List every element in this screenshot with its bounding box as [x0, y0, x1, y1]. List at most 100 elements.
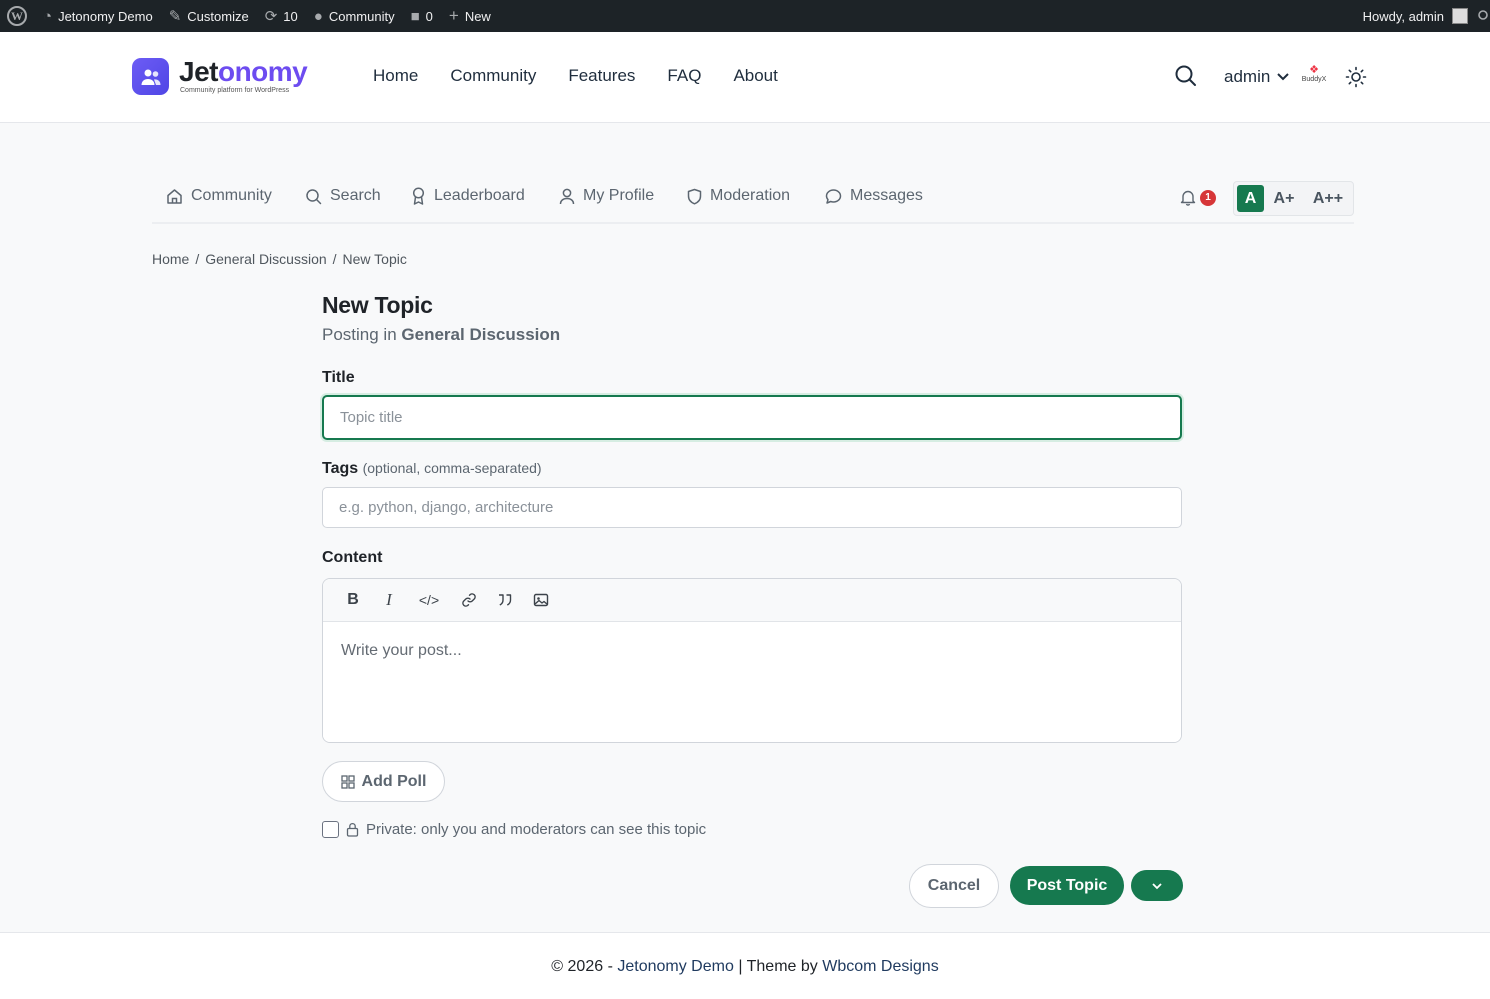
howdy-label: Howdy, admin: [1362, 8, 1444, 24]
community-navigation: Community Search Leaderboard My Profile …: [152, 170, 1354, 224]
new-content-label: New: [464, 8, 491, 24]
font-size-xlarge-button[interactable]: A++: [1304, 185, 1352, 212]
cnav-search[interactable]: Search: [305, 187, 381, 205]
posting-in-forum: General Discussion: [401, 325, 561, 344]
buddyx-mark-icon: ❖: [1309, 64, 1319, 76]
code-icon: </>: [418, 592, 440, 608]
link-icon: [462, 593, 476, 607]
comments-link[interactable]: ■ 0: [403, 0, 441, 32]
new-content-menu[interactable]: + New: [441, 0, 499, 32]
nav-about[interactable]: About: [733, 66, 777, 86]
cnav-moderation-label: Moderation: [710, 187, 791, 204]
user-menu[interactable]: admin: [1224, 67, 1290, 87]
comments-count: 0: [425, 8, 433, 24]
cnav-moderation[interactable]: Moderation: [687, 187, 790, 205]
editor-toolbar: B I </>: [323, 579, 1181, 622]
chevron-down-icon: [1152, 882, 1162, 889]
cnav-community-label: Community: [191, 187, 272, 204]
add-poll-button[interactable]: Add Poll: [322, 761, 445, 802]
breadcrumb-home[interactable]: Home: [152, 251, 189, 267]
buddyx-label: BuddyX: [1301, 76, 1327, 83]
breadcrumb-forum[interactable]: General Discussion: [205, 251, 326, 267]
site-name-menu[interactable]: ◔ Jetonomy Demo: [35, 0, 161, 32]
cnav-leaderboard-label: Leaderboard: [434, 187, 525, 204]
search-icon: [306, 188, 322, 204]
award-icon: [412, 187, 425, 205]
customize-link[interactable]: ✎ Customize: [161, 0, 257, 32]
nav-features[interactable]: Features: [568, 66, 635, 86]
quote-button[interactable]: [495, 589, 515, 611]
bell-icon: [1180, 190, 1196, 206]
updates-count: 10: [283, 8, 298, 24]
post-topic-button[interactable]: Post Topic: [1010, 866, 1124, 905]
admin-avatar: [1452, 8, 1468, 24]
tags-input[interactable]: [322, 487, 1182, 528]
italic-button[interactable]: I: [379, 589, 399, 611]
link-button[interactable]: [459, 589, 479, 611]
breadcrumb: Home / General Discussion / New Topic: [152, 251, 407, 267]
private-checkbox[interactable]: [322, 821, 339, 838]
bold-icon: B: [347, 591, 359, 608]
message-circle-icon: [825, 188, 842, 204]
posting-in-prefix: Posting in: [322, 325, 397, 344]
wordpress-logo-menu[interactable]: W: [0, 0, 35, 32]
footer-site-link[interactable]: Jetonomy Demo: [617, 958, 734, 975]
private-label[interactable]: Private: only you and moderators can see…: [366, 821, 706, 838]
admin-search-toggle[interactable]: [1478, 0, 1490, 32]
cnav-leaderboard[interactable]: Leaderboard: [411, 187, 525, 205]
title-label: Title: [322, 369, 355, 386]
tags-label: Tags: [322, 460, 359, 477]
buddyx-logo[interactable]: ❖ BuddyX: [1299, 64, 1329, 88]
nav-community[interactable]: Community: [450, 66, 536, 86]
cnav-my-profile-label: My Profile: [583, 187, 655, 204]
content-label: Content: [322, 549, 383, 566]
user-icon: [559, 188, 575, 204]
cnav-messages-label: Messages: [850, 187, 923, 204]
cnav-messages[interactable]: Messages: [825, 187, 923, 205]
wp-admin-bar: W ◔ Jetonomy Demo ✎ Customize ⟳ 10 ● Com…: [0, 0, 1490, 32]
breadcrumb-current: New Topic: [342, 251, 407, 267]
header-search-button[interactable]: [1174, 64, 1198, 93]
content-editor: B I </>: [322, 578, 1182, 743]
page-title: New Topic: [322, 292, 433, 318]
font-size-large-button[interactable]: A+: [1267, 185, 1301, 212]
image-button[interactable]: [531, 589, 551, 611]
notifications-button[interactable]: [1180, 189, 1196, 211]
content-textarea[interactable]: [323, 622, 1181, 742]
updates-link[interactable]: ⟳ 10: [257, 0, 306, 32]
comment-bubble-icon: ■: [410, 7, 420, 25]
code-button[interactable]: </>: [415, 589, 443, 611]
community-admin-link[interactable]: ● Community: [306, 0, 403, 32]
italic-icon: I: [386, 590, 392, 609]
chevron-down-icon: [1277, 73, 1290, 81]
customize-label: Customize: [187, 8, 249, 24]
footer-credits: © 2026 - Jetonomy Demo | Theme by Wbcom …: [0, 958, 1490, 976]
theme-toggle-button[interactable]: [1345, 66, 1367, 93]
site-header: Jetonomy Community platform for WordPres…: [0, 32, 1490, 123]
cnav-search-label: Search: [330, 187, 381, 204]
font-size-normal-button[interactable]: A: [1237, 185, 1264, 212]
tags-hint: (optional, comma-separated): [362, 460, 542, 476]
cnav-my-profile[interactable]: My Profile: [559, 187, 654, 205]
notification-count-badge: 1: [1200, 190, 1216, 206]
logo-text-part-2: onomy: [217, 56, 308, 87]
cancel-button[interactable]: Cancel: [909, 864, 999, 908]
site-logo-text[interactable]: Jetonomy: [179, 56, 308, 88]
paintbrush-icon: ✎: [168, 8, 182, 25]
post-options-dropdown-button[interactable]: [1131, 870, 1183, 901]
footer-copyright: © 2026 -: [551, 958, 613, 975]
nav-home[interactable]: Home: [373, 66, 418, 86]
dashboard-icon: ◔: [43, 7, 53, 25]
users-icon: [141, 69, 160, 85]
bold-button[interactable]: B: [343, 589, 363, 611]
logo-text-part-1: Jet: [179, 56, 218, 87]
footer-author-link[interactable]: Wbcom Designs: [822, 958, 938, 975]
title-input[interactable]: [322, 395, 1182, 440]
account-menu[interactable]: Howdy, admin: [1355, 0, 1478, 32]
cnav-community[interactable]: Community: [166, 187, 272, 205]
community-admin-label: Community: [328, 8, 395, 24]
site-logo-mark[interactable]: [132, 58, 169, 95]
site-footer: © 2026 - Jetonomy Demo | Theme by Wbcom …: [0, 932, 1490, 999]
nav-faq[interactable]: FAQ: [667, 66, 701, 86]
breadcrumb-separator: /: [332, 251, 337, 267]
